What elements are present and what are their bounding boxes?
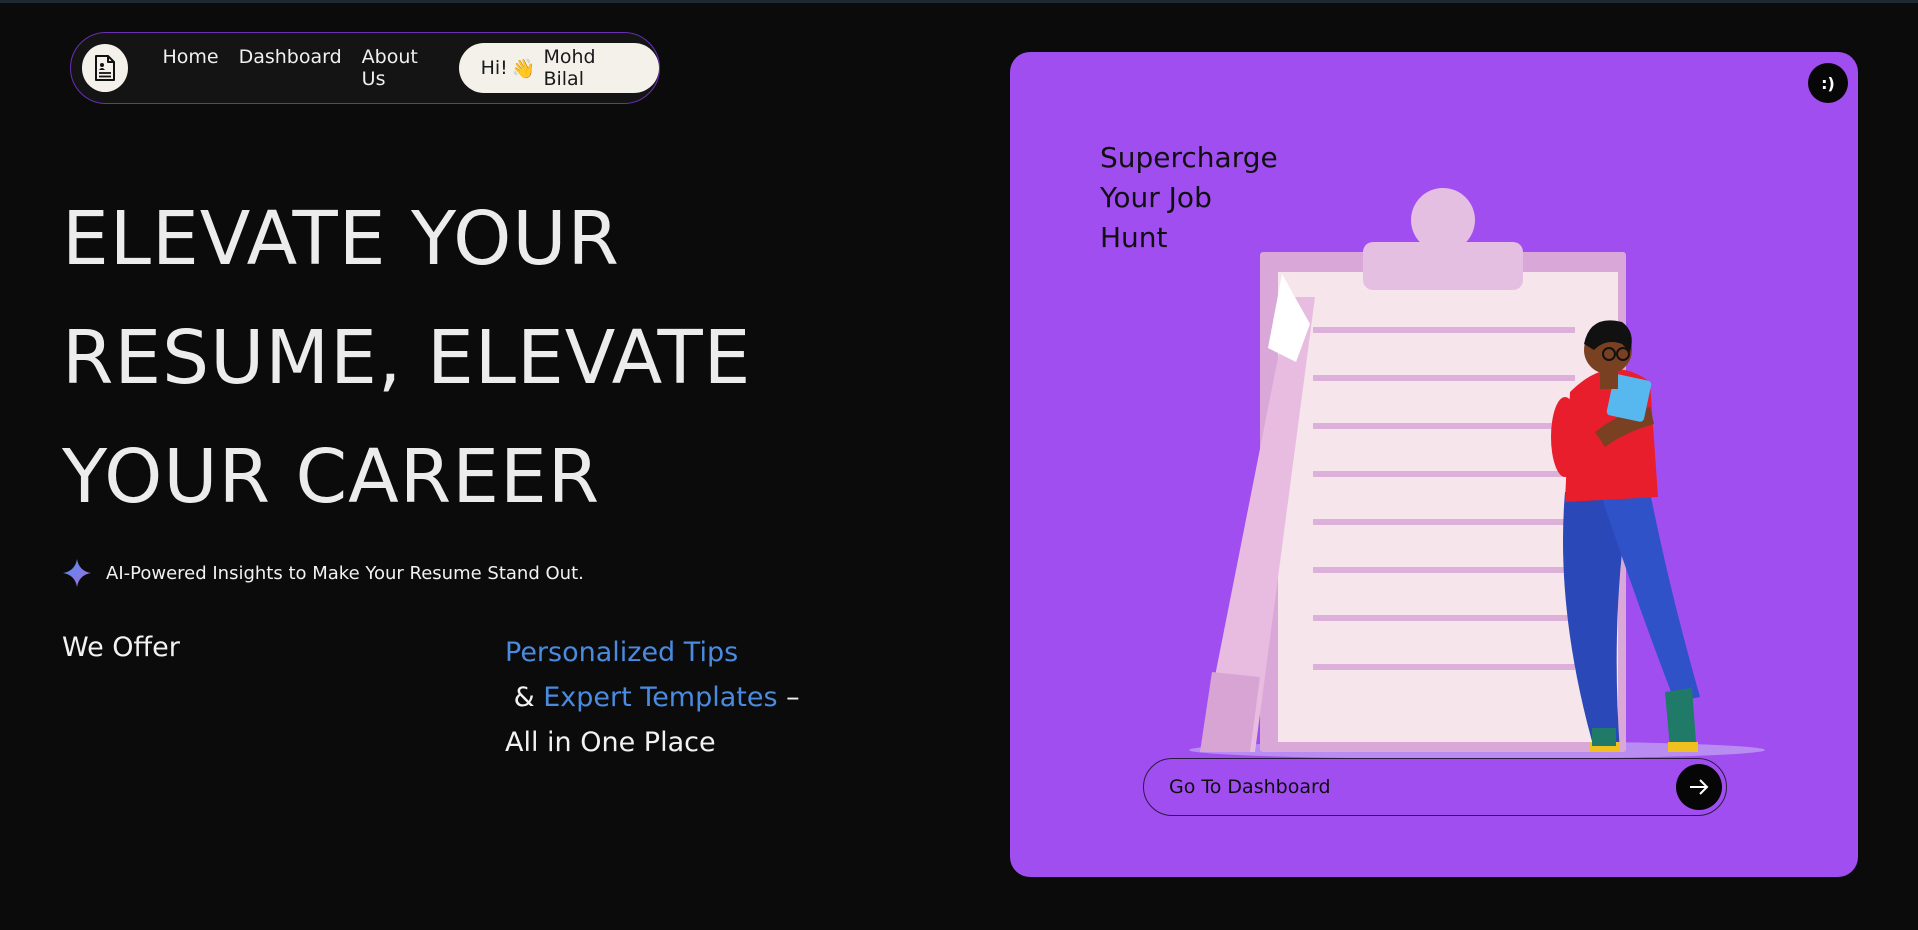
hero-line-1: ELEVATE YOUR <box>62 196 620 282</box>
nav-link-dashboard[interactable]: Dashboard <box>239 46 342 90</box>
offer-highlight-templates: Expert Templates <box>543 682 778 713</box>
card-title-line-1: Supercharge <box>1100 141 1278 174</box>
sparkle-icon <box>63 559 91 587</box>
waving-hand-icon: 👋 <box>511 57 536 80</box>
smiley-badge[interactable]: :) <box>1808 63 1848 103</box>
nav-link-about-us[interactable]: About Us <box>362 46 439 90</box>
card-title: Supercharge Your Job Hunt <box>1100 138 1278 258</box>
nav-link-home[interactable]: Home <box>162 46 218 90</box>
go-to-dashboard-button[interactable]: Go To Dashboard <box>1143 758 1727 816</box>
arrow-right-icon[interactable] <box>1676 764 1722 810</box>
logo-button[interactable] <box>82 44 129 92</box>
promo-card: :) Supercharge Your Job Hunt Go To Dashb… <box>1010 52 1858 877</box>
offer-description: Personalized Tips & Expert Templates – A… <box>505 630 825 765</box>
user-greeting-button[interactable]: Hi! 👋 Mohd Bilal <box>458 43 659 93</box>
we-offer-label: We Offer <box>62 632 180 663</box>
offer-ampersand: & <box>505 682 544 713</box>
user-name: Mohd Bilal <box>543 46 596 90</box>
window-top-border <box>0 0 1918 3</box>
hero-line-2: RESUME, ELEVATE <box>62 315 752 401</box>
ai-insights-text: AI-Powered Insights to Make Your Resume … <box>106 562 584 584</box>
go-to-dashboard-label: Go To Dashboard <box>1169 776 1331 798</box>
offer-highlight-tips: Personalized Tips <box>505 637 739 668</box>
card-title-line-3: Hunt <box>1100 221 1168 254</box>
ai-insights-line: AI-Powered Insights to Make Your Resume … <box>62 558 584 588</box>
hero-line-3: YOUR CAREER <box>62 434 601 520</box>
resume-document-icon <box>95 55 116 81</box>
arrow-right-glyph <box>1690 779 1709 795</box>
card-title-line-2: Your Job <box>1100 181 1212 214</box>
hero-heading: ELEVATE YOUR RESUME, ELEVATE YOUR CAREER <box>62 180 751 537</box>
navbar: Home Dashboard About Us Hi! 👋 Mohd Bilal <box>70 32 660 104</box>
greeting-prefix: Hi! <box>480 57 508 79</box>
